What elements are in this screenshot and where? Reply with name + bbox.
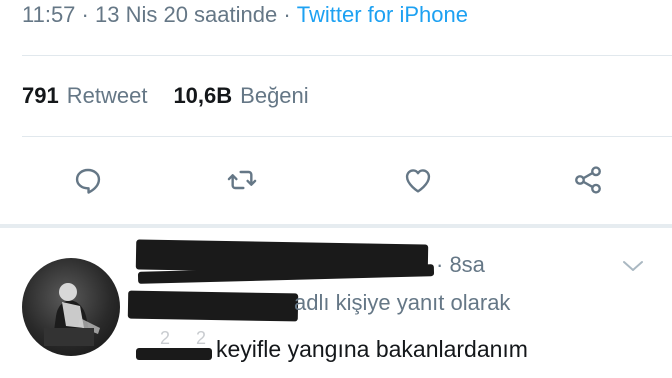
faint-mark: 2 <box>160 328 171 348</box>
avatar-photo <box>44 283 100 346</box>
share-icon <box>575 166 601 194</box>
retweet-icon <box>227 170 257 190</box>
replying-to-text: adlı kişiye yanıt olarak <box>294 290 511 315</box>
like-label[interactable]: Beğeni <box>240 83 309 109</box>
tweet-date: 13 Nis 20 saatinde <box>94 2 278 27</box>
share-button[interactable] <box>568 160 608 200</box>
reply-button[interactable] <box>68 160 108 200</box>
tweet-source-link[interactable]: Twitter for iPhone <box>297 2 468 28</box>
redacted-replying-handle <box>127 290 299 322</box>
like-icon <box>405 169 431 193</box>
tweet-stats: 791 Retweet 10,6B Beğeni <box>22 78 309 114</box>
divider <box>22 55 672 56</box>
retweet-label[interactable]: Retweet <box>67 83 148 109</box>
tweet-time: 11:57 <box>22 2 76 27</box>
tweet-meta: 11:57 · 13 Nis 20 saatinde · Twitter for… <box>22 0 468 30</box>
meta-separator: · <box>75 2 95 27</box>
like-count[interactable]: 10,6B <box>173 83 232 109</box>
reply-tweet[interactable]: · 8sa adlı kişiye yanıt olarak 2 2 keyif… <box>0 228 672 378</box>
chevron-down-icon[interactable] <box>620 256 646 276</box>
reply-text: keyifle yangına bakanlardanım <box>216 336 528 362</box>
tweet-action-bar <box>0 150 672 208</box>
retweet-button[interactable] <box>222 160 262 200</box>
like-button[interactable] <box>398 160 438 200</box>
avatar[interactable] <box>22 258 120 356</box>
reply-time: · 8sa <box>436 252 485 277</box>
divider <box>22 136 672 137</box>
faint-mark: 2 <box>196 328 207 348</box>
reply-icon <box>75 168 101 194</box>
meta-separator-2: · <box>277 2 297 27</box>
retweet-count[interactable]: 791 <box>22 83 59 109</box>
redacted-mention <box>136 348 212 360</box>
